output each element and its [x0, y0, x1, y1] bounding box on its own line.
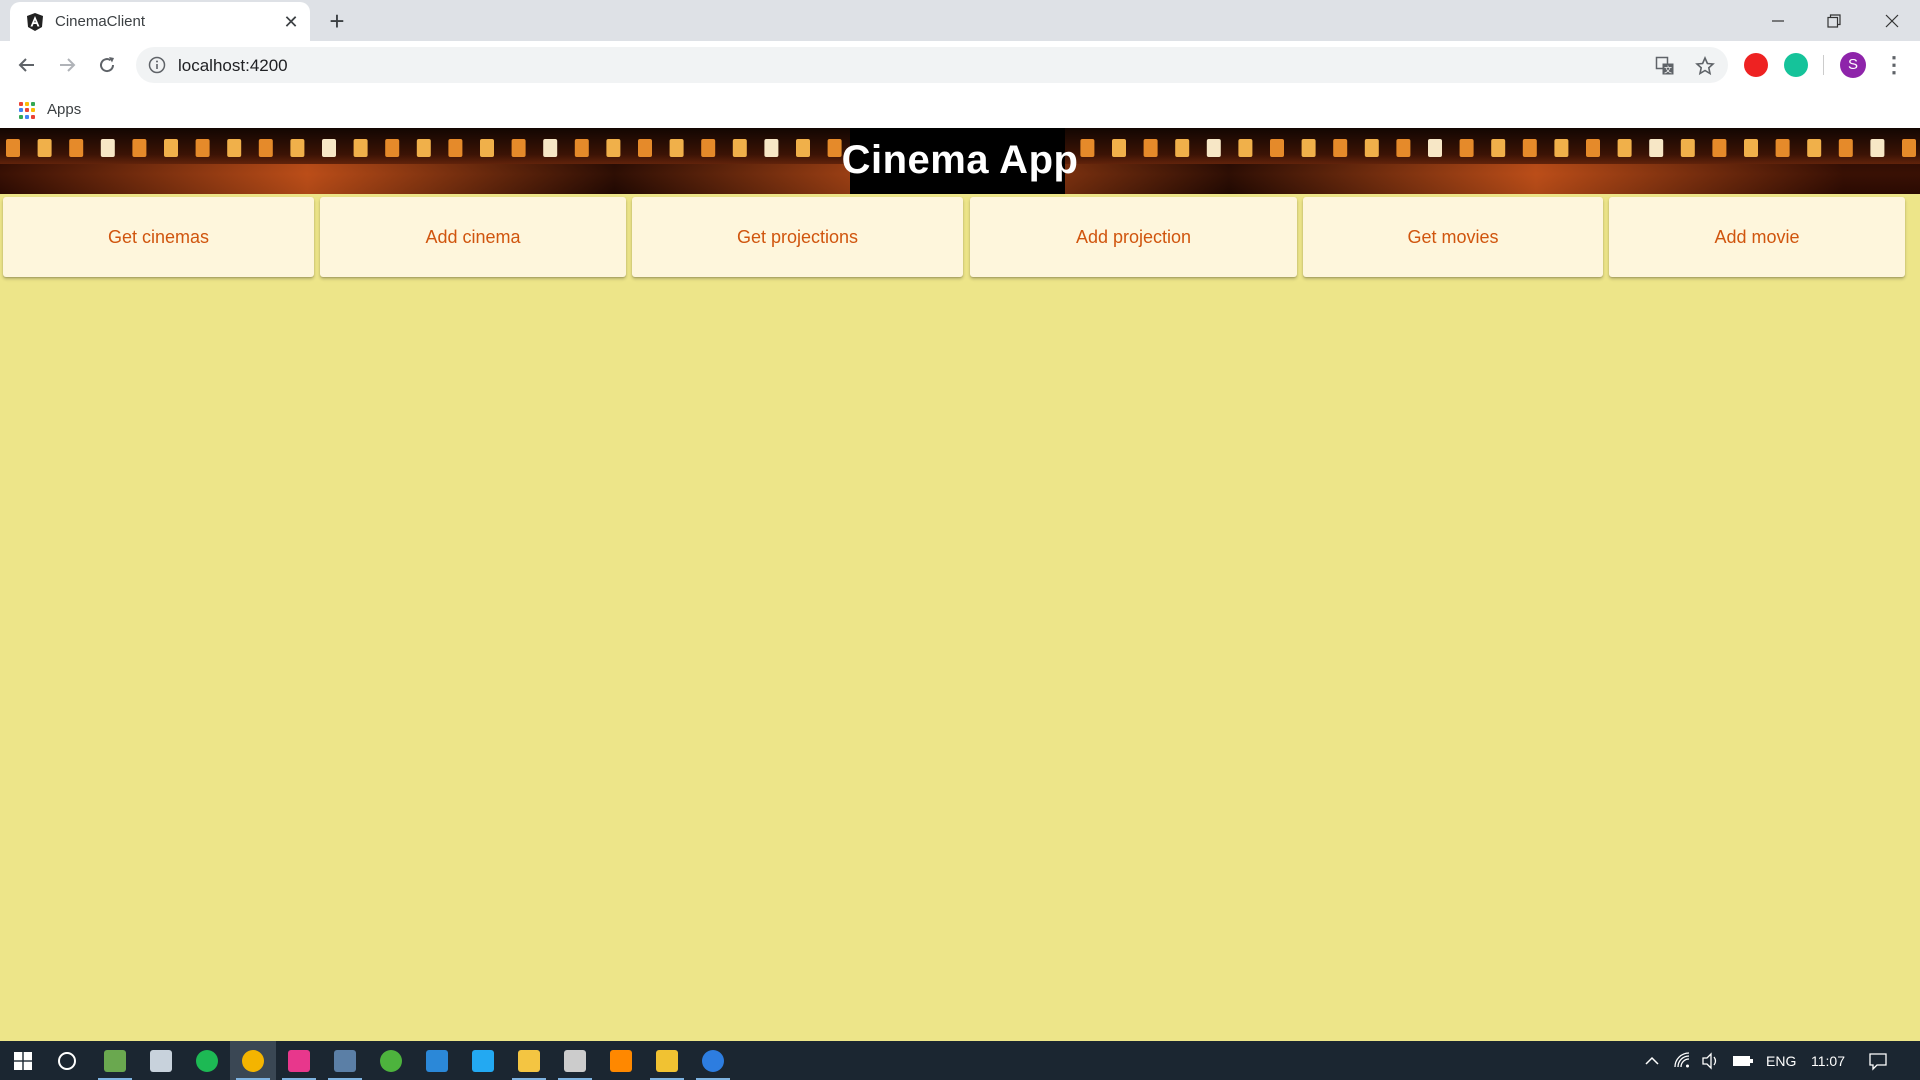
minimize-window-button[interactable]: [1750, 0, 1806, 41]
volume-icon[interactable]: [1699, 1050, 1721, 1072]
apps-grid-dot: [31, 108, 35, 113]
bookmarks-bar: Apps: [0, 88, 1920, 128]
arrow-left-icon: [18, 58, 34, 72]
translate-icon[interactable]: 文: [1654, 55, 1676, 77]
taskbar-steam-button[interactable]: [138, 1041, 184, 1080]
reload-button[interactable]: [93, 51, 121, 79]
forward-button[interactable]: [53, 51, 81, 79]
windows-taskbar: ENG 11:07: [0, 1041, 1920, 1080]
battery-icon[interactable]: [1732, 1050, 1754, 1072]
main-nav: Get cinemas Add cinema Get projections A…: [0, 197, 1920, 277]
bookmark-star-icon[interactable]: [1694, 55, 1716, 77]
spotify-icon: [196, 1049, 218, 1072]
apps-grid-dot: [19, 102, 23, 106]
apps-grid-dot: [25, 102, 29, 106]
cortana-icon: [58, 1051, 76, 1070]
apps-grid-dot: [25, 114, 29, 119]
new-tab-button[interactable]: +: [322, 7, 352, 37]
taskbar-terminal-button[interactable]: [552, 1041, 598, 1080]
browser-menu-icon[interactable]: ⋮: [1882, 53, 1906, 77]
adblock-extension-icon[interactable]: [1744, 53, 1768, 77]
taskbar-vscode-button[interactable]: [460, 1041, 506, 1080]
minimize-icon: [1772, 19, 1784, 22]
browser-tab-bar: CinemaClient ✕ +: [0, 0, 1920, 41]
restore-icon: [1827, 13, 1841, 28]
restore-window-button[interactable]: [1806, 0, 1862, 41]
notepad-icon: [104, 1049, 126, 1072]
git-icon: [656, 1049, 678, 1072]
taskbar-intellij-button[interactable]: [276, 1041, 322, 1080]
windows-logo-icon: [14, 1051, 32, 1070]
file-explorer-icon: [518, 1049, 540, 1072]
network-tool-icon: [334, 1049, 356, 1072]
reload-icon: [100, 57, 115, 73]
taskbar-git-button[interactable]: [644, 1041, 690, 1080]
terminal-icon: [564, 1049, 586, 1072]
url-text[interactable]: localhost:4200: [178, 56, 288, 76]
close-window-button[interactable]: [1864, 0, 1920, 41]
browser-tab[interactable]: CinemaClient ✕: [10, 2, 310, 41]
get-cinemas-button[interactable]: Get cinemas: [3, 197, 314, 277]
vscode-icon: [472, 1049, 494, 1072]
show-hidden-icons-icon[interactable]: [1641, 1050, 1663, 1072]
film-strip-banner: Cinema App: [0, 128, 1920, 194]
angular-favicon-icon: [27, 13, 43, 31]
language-indicator[interactable]: ENG: [1766, 1041, 1796, 1080]
tab-title: CinemaClient: [55, 13, 146, 30]
get-movies-button[interactable]: Get movies: [1303, 197, 1603, 277]
action-center-icon[interactable]: [1867, 1050, 1889, 1072]
arrow-right-icon: [60, 58, 76, 72]
taskbar-mongodb-compass-button[interactable]: [368, 1041, 414, 1080]
vlc-icon: [610, 1049, 632, 1072]
taskbar-upload-app-button[interactable]: [414, 1041, 460, 1080]
taskbar-vlc-button[interactable]: [598, 1041, 644, 1080]
taskbar-spotify-button[interactable]: [184, 1041, 230, 1080]
profile-avatar[interactable]: S: [1840, 52, 1866, 78]
mongodb-compass-icon: [380, 1049, 402, 1072]
back-button[interactable]: [13, 51, 41, 79]
apps-grid-dot: [25, 108, 29, 113]
chrome-icon: [242, 1049, 264, 1072]
app-title: Cinema App: [841, 138, 1079, 182]
add-movie-button[interactable]: Add movie: [1609, 197, 1905, 277]
intellij-icon: [288, 1049, 310, 1072]
taskbar-notepad-button[interactable]: [92, 1041, 138, 1080]
taskbar-chrome-button[interactable]: [230, 1041, 276, 1080]
add-cinema-button[interactable]: Add cinema: [320, 197, 626, 277]
close-tab-icon[interactable]: ✕: [280, 11, 302, 33]
info-icon[interactable]: [148, 56, 166, 74]
apps-grid-dot: [19, 108, 23, 113]
taskbar-edge-button[interactable]: [690, 1041, 736, 1080]
toolbar-divider: [1823, 55, 1824, 75]
browser-toolbar: localhost:4200 文 S ⋮: [0, 41, 1920, 88]
apps-grid-dot: [31, 114, 35, 119]
apps-grid-icon[interactable]: [19, 102, 36, 119]
start-button[interactable]: [0, 1041, 46, 1080]
get-projections-button[interactable]: Get projections: [632, 197, 963, 277]
svg-text:文: 文: [1664, 65, 1672, 75]
apps-grid-dot: [31, 102, 35, 106]
upload-app-icon: [426, 1049, 448, 1072]
system-clock[interactable]: 11:07: [1811, 1041, 1845, 1080]
close-icon: [1885, 14, 1899, 27]
edge-icon: [702, 1049, 724, 1072]
taskbar-network-tool-button[interactable]: [322, 1041, 368, 1080]
steam-icon: [150, 1049, 172, 1072]
taskbar-cortana-button[interactable]: [44, 1041, 90, 1080]
taskbar-file-explorer-button[interactable]: [506, 1041, 552, 1080]
apps-grid-dot: [19, 114, 23, 119]
grammarly-extension-icon[interactable]: [1784, 53, 1808, 77]
wifi-icon[interactable]: [1672, 1050, 1694, 1072]
apps-bookmark[interactable]: Apps: [47, 101, 81, 118]
address-bar[interactable]: localhost:4200 文: [136, 47, 1728, 83]
add-projection-button[interactable]: Add projection: [970, 197, 1297, 277]
